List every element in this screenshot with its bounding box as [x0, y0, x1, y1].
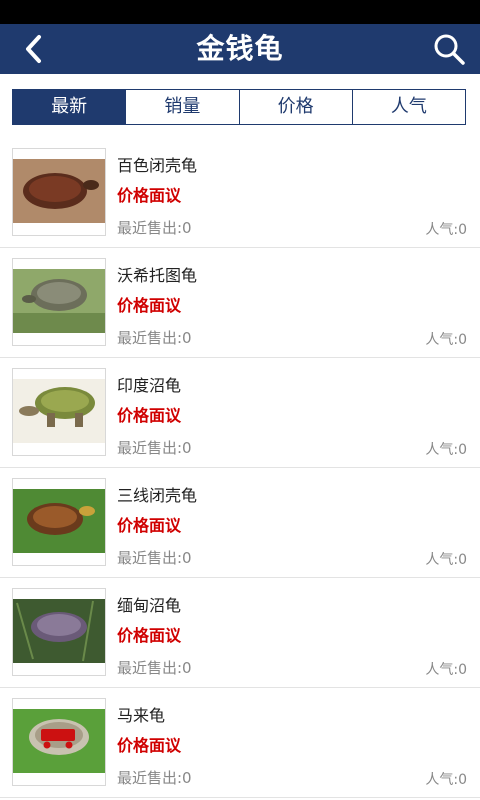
- status-bar: [0, 0, 480, 24]
- product-price: 价格面议: [117, 516, 182, 535]
- list-item[interactable]: 百色闭壳龟 价格面议 最近售出:0 人气:0: [0, 138, 480, 248]
- product-price: 价格面议: [117, 406, 182, 425]
- product-name: 沃希托图龟: [117, 266, 198, 285]
- product-price: 价格面议: [117, 186, 182, 205]
- tab-latest[interactable]: 最新: [13, 90, 126, 124]
- list-item[interactable]: 印度沼龟 价格面议 最近售出:0 人气:0: [0, 358, 480, 468]
- popularity-count: 人气:0: [425, 222, 467, 238]
- tab-sales[interactable]: 销量: [125, 90, 238, 124]
- product-thumbnail: [12, 148, 106, 236]
- popularity-count: 人气:0: [425, 772, 467, 788]
- page-title: 金钱龟: [196, 32, 284, 65]
- recent-sales: 最近售出:0: [117, 219, 192, 237]
- product-price: 价格面议: [117, 626, 182, 645]
- product-thumbnail: [12, 588, 106, 676]
- sort-tabs: 最新 销量 价格 人气: [12, 89, 466, 125]
- header-bar: 金钱龟: [0, 24, 480, 74]
- product-name: 印度沼龟: [117, 376, 182, 395]
- list-item[interactable]: 缅甸沼龟 价格面议 最近售出:0 人气:0: [0, 578, 480, 688]
- product-price: 价格面议: [117, 736, 182, 755]
- recent-sales: 最近售出:0: [117, 769, 192, 787]
- search-icon[interactable]: [432, 32, 466, 66]
- list-item[interactable]: 马来龟 价格面议 最近售出:0 人气:0: [0, 688, 480, 798]
- tab-price[interactable]: 价格: [238, 90, 352, 124]
- list-item[interactable]: 沃希托图龟 价格面议 最近售出:0 人气:0: [0, 248, 480, 358]
- product-thumbnail: [12, 478, 106, 566]
- popularity-count: 人气:0: [425, 662, 467, 678]
- product-name: 缅甸沼龟: [117, 596, 182, 615]
- popularity-count: 人气:0: [425, 552, 467, 568]
- recent-sales: 最近售出:0: [117, 549, 192, 567]
- product-thumbnail: [12, 368, 106, 456]
- list-item[interactable]: 三线闭壳龟 价格面议 最近售出:0 人气:0: [0, 468, 480, 578]
- product-list: 百色闭壳龟 价格面议 最近售出:0 人气:0 沃希托图龟 价格面议 最近售出:0…: [0, 138, 480, 798]
- product-name: 马来龟: [117, 706, 166, 725]
- recent-sales: 最近售出:0: [117, 439, 192, 457]
- recent-sales: 最近售出:0: [117, 329, 192, 347]
- product-thumbnail: [12, 698, 106, 786]
- product-thumbnail: [12, 258, 106, 346]
- product-name: 三线闭壳龟: [117, 486, 198, 505]
- popularity-count: 人气:0: [425, 332, 467, 348]
- tab-popularity[interactable]: 人气: [351, 90, 465, 124]
- product-name: 百色闭壳龟: [117, 156, 198, 175]
- popularity-count: 人气:0: [425, 442, 467, 458]
- recent-sales: 最近售出:0: [117, 659, 192, 677]
- product-price: 价格面议: [117, 296, 182, 315]
